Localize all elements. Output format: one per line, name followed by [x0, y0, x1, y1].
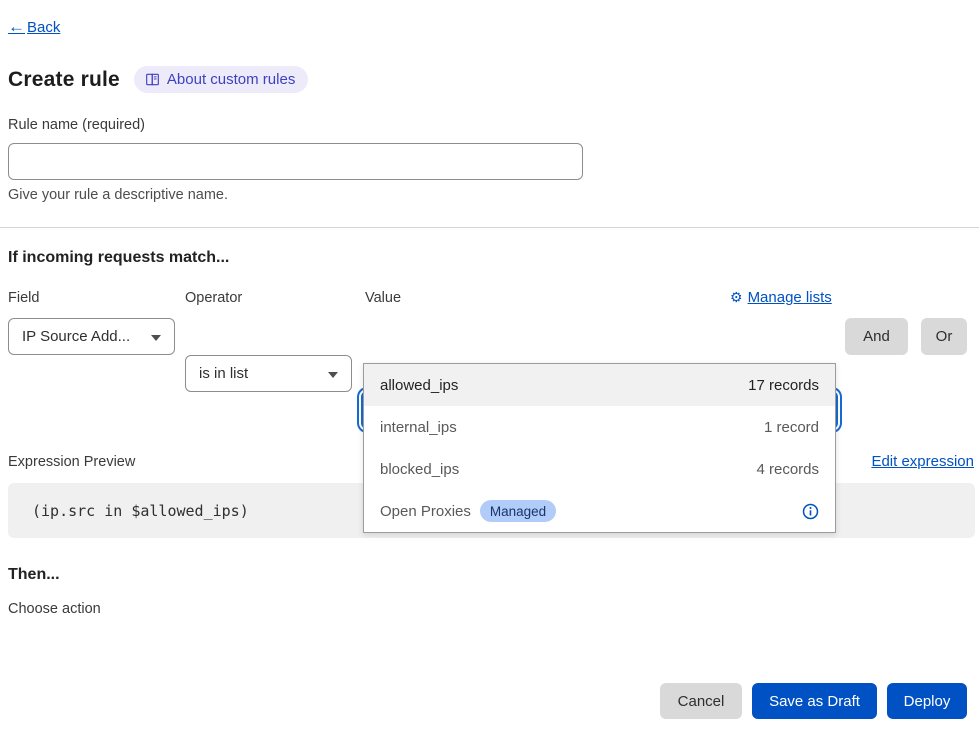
dropdown-option-open-proxies[interactable]: Open Proxies Managed — [364, 490, 835, 532]
back-link[interactable]: ← Back — [8, 17, 60, 37]
expression-preview-label: Expression Preview — [8, 454, 135, 470]
back-arrow-icon: ← — [8, 17, 25, 37]
field-select[interactable]: IP Source Add... — [8, 318, 175, 355]
about-custom-rules-link[interactable]: About custom rules — [134, 66, 308, 93]
field-select-value: IP Source Add... — [22, 328, 130, 345]
expression-code: (ip.src in $allowed_ips) — [32, 502, 249, 520]
about-badge-label: About custom rules — [167, 71, 295, 88]
value-label: Value — [365, 290, 401, 306]
option-record-count: 17 records — [748, 377, 819, 394]
operator-select[interactable]: is in list — [185, 355, 352, 392]
value-dropdown-panel: allowed_ips 17 records internal_ips 1 re… — [363, 363, 836, 533]
info-icon[interactable] — [802, 503, 819, 520]
match-section-heading: If incoming requests match... — [8, 249, 229, 267]
rule-name-helper: Give your rule a descriptive name. — [8, 187, 228, 203]
save-as-draft-button[interactable]: Save as Draft — [752, 683, 877, 719]
manage-lists-label: Manage lists — [748, 289, 832, 306]
choose-action-label: Choose action — [8, 601, 101, 617]
option-record-count: 1 record — [764, 419, 819, 436]
create-rule-page: ← Back Create rule About custom rules Ru… — [0, 0, 979, 739]
option-name: blocked_ips — [380, 461, 459, 478]
or-button[interactable]: Or — [921, 318, 967, 355]
book-icon — [145, 72, 160, 87]
page-title: Create rule — [8, 68, 120, 92]
edit-expression-link[interactable]: Edit expression — [871, 453, 974, 470]
option-name: Open Proxies — [380, 503, 471, 520]
back-label: Back — [27, 19, 60, 36]
cancel-button[interactable]: Cancel — [660, 683, 742, 719]
rule-name-input[interactable] — [8, 143, 583, 180]
deploy-button[interactable]: Deploy — [887, 683, 967, 719]
rule-name-label: Rule name (required) — [8, 117, 145, 133]
field-label: Field — [8, 290, 39, 306]
option-record-count: 4 records — [756, 461, 819, 478]
dropdown-option-blocked-ips[interactable]: blocked_ips 4 records — [364, 448, 835, 490]
operator-select-value: is in list — [199, 365, 248, 382]
caret-down-icon — [151, 335, 161, 341]
option-name: internal_ips — [380, 419, 457, 436]
and-button[interactable]: And — [845, 318, 908, 355]
managed-badge: Managed — [480, 500, 556, 522]
dropdown-option-internal-ips[interactable]: internal_ips 1 record — [364, 406, 835, 448]
section-divider — [0, 227, 979, 228]
manage-lists-link[interactable]: ⚙ Manage lists — [730, 289, 832, 306]
operator-label: Operator — [185, 290, 242, 306]
dropdown-option-allowed-ips[interactable]: allowed_ips 17 records — [364, 364, 835, 406]
option-name: allowed_ips — [380, 377, 458, 394]
then-section-heading: Then... — [8, 566, 60, 584]
caret-down-icon — [328, 372, 338, 378]
gear-icon: ⚙ — [730, 289, 743, 306]
